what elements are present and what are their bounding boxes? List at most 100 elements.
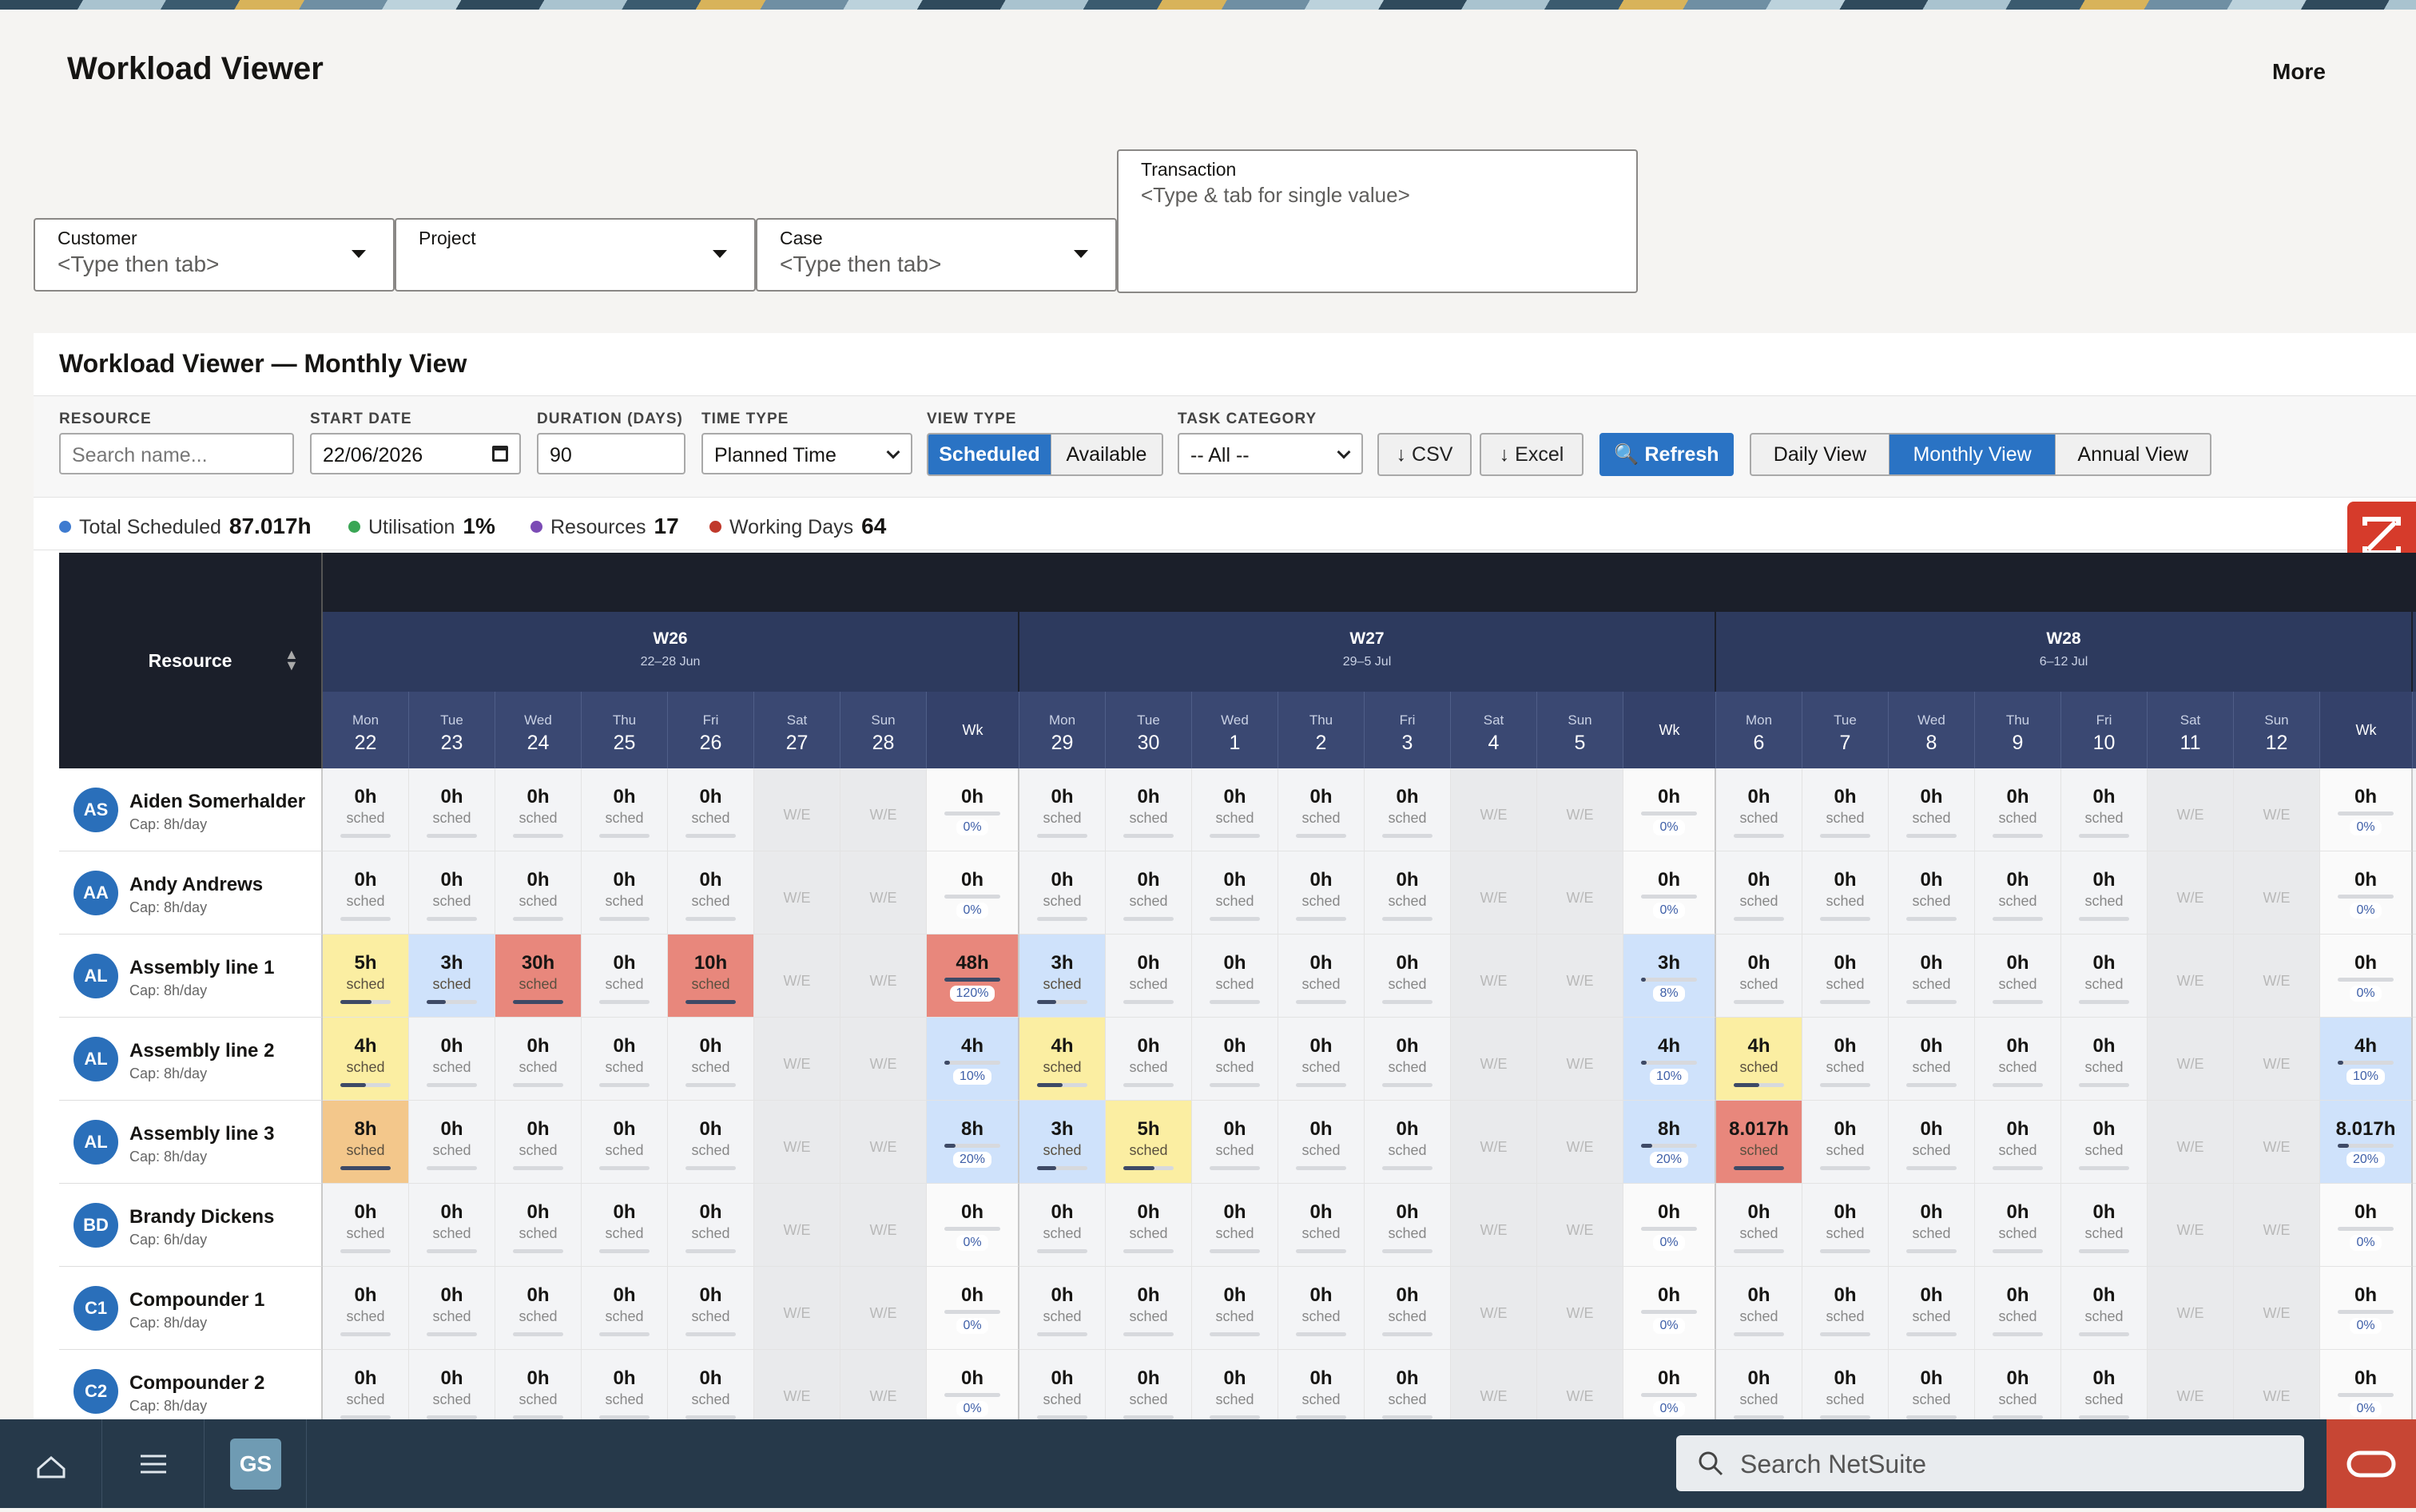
- day-cell[interactable]: 0h sched: [582, 851, 668, 935]
- day-cell[interactable]: 0h sched: [1192, 1350, 1278, 1419]
- resource-row-name[interactable]: AL Assembly line 1 Cap: 8h/day: [59, 935, 323, 1018]
- week-total-cell[interactable]: 0h 0%: [927, 1267, 1019, 1350]
- customer-select[interactable]: Customer <Type then tab>: [34, 218, 395, 292]
- day-cell[interactable]: 0h sched: [409, 1018, 495, 1101]
- day-cell[interactable]: 0h sched: [409, 1267, 495, 1350]
- day-cell[interactable]: 0h sched: [1889, 935, 1975, 1018]
- day-cell[interactable]: 0h sched: [1365, 1018, 1451, 1101]
- day-cell[interactable]: 0h sched: [409, 1350, 495, 1419]
- transaction-textarea[interactable]: Transaction <Type & tab for single value…: [1117, 149, 1638, 293]
- day-cell[interactable]: 0h sched: [1975, 851, 2061, 935]
- day-cell[interactable]: 0h sched: [1192, 1018, 1278, 1101]
- day-cell[interactable]: 0h sched: [668, 1101, 754, 1184]
- day-cell[interactable]: 0h sched: [2061, 1101, 2148, 1184]
- week-total-cell[interactable]: 0h 0%: [927, 768, 1019, 851]
- project-select[interactable]: Project: [395, 218, 756, 292]
- csv-button[interactable]: ↓ CSV: [1377, 433, 1472, 476]
- avatar[interactable]: GS: [230, 1439, 281, 1490]
- day-cell[interactable]: 0h sched: [1889, 1018, 1975, 1101]
- day-cell[interactable]: 0h sched: [1365, 1267, 1451, 1350]
- week-total-cell[interactable]: 0h 0%: [1623, 1267, 1716, 1350]
- day-cell[interactable]: 0h sched: [1106, 1267, 1192, 1350]
- day-cell[interactable]: 0h sched: [668, 1184, 754, 1267]
- day-cell[interactable]: 0h sched: [1278, 1350, 1365, 1419]
- sort-icon[interactable]: ▲ ▼: [284, 647, 299, 673]
- day-cell[interactable]: 0h sched: [1106, 768, 1192, 851]
- week-total-cell[interactable]: 0h 0%: [927, 1184, 1019, 1267]
- week-total-cell[interactable]: 8h 20%: [927, 1101, 1019, 1184]
- day-cell[interactable]: 0h sched: [1802, 1267, 1889, 1350]
- day-cell[interactable]: 0h sched: [1975, 1267, 2061, 1350]
- week-total-cell[interactable]: 4h 10%: [1623, 1018, 1716, 1101]
- day-cell[interactable]: 0h sched: [1278, 1101, 1365, 1184]
- daily-view-button[interactable]: Daily View: [1751, 435, 1889, 474]
- day-cell[interactable]: 0h sched: [1278, 768, 1365, 851]
- day-cell-partial[interactable]: [2413, 935, 2416, 1018]
- day-cell[interactable]: 4h sched: [1716, 1018, 1802, 1101]
- annual-view-button[interactable]: Annual View: [2056, 435, 2210, 474]
- day-cell[interactable]: 0h sched: [1278, 1018, 1365, 1101]
- day-cell[interactable]: 0h sched: [1365, 851, 1451, 935]
- day-cell[interactable]: 10h sched: [668, 935, 754, 1018]
- day-cell-partial[interactable]: [2413, 1184, 2416, 1267]
- day-cell[interactable]: 0h sched: [1365, 768, 1451, 851]
- resource-column-header[interactable]: Resource ▲ ▼: [59, 553, 323, 768]
- resource-row-name[interactable]: AS Aiden Somerhalder Cap: 8h/day: [59, 768, 323, 851]
- day-cell[interactable]: 5h sched: [323, 935, 409, 1018]
- day-cell[interactable]: 0h sched: [495, 1184, 582, 1267]
- day-cell-partial[interactable]: [2413, 768, 2416, 851]
- day-cell[interactable]: 0h sched: [495, 851, 582, 935]
- day-cell[interactable]: 4h sched: [323, 1018, 409, 1101]
- day-cell[interactable]: 0h sched: [2061, 1018, 2148, 1101]
- day-cell[interactable]: 3h sched: [1019, 1101, 1106, 1184]
- chevron-down-icon[interactable]: [1337, 445, 1351, 459]
- day-cell[interactable]: 0h sched: [1975, 1101, 2061, 1184]
- day-cell[interactable]: 0h sched: [323, 1350, 409, 1419]
- day-cell[interactable]: 0h sched: [1802, 1018, 1889, 1101]
- day-cell[interactable]: 0h sched: [495, 768, 582, 851]
- day-cell[interactable]: 0h sched: [582, 1267, 668, 1350]
- day-cell[interactable]: 0h sched: [1106, 1350, 1192, 1419]
- day-cell[interactable]: 0h sched: [1365, 1350, 1451, 1419]
- excel-button[interactable]: ↓ Excel: [1480, 433, 1584, 476]
- week-total-cell[interactable]: 4h 10%: [927, 1018, 1019, 1101]
- day-cell[interactable]: 0h sched: [1365, 935, 1451, 1018]
- chevron-down-icon[interactable]: [886, 445, 900, 459]
- day-cell[interactable]: 0h sched: [495, 1101, 582, 1184]
- chevron-down-icon[interactable]: [352, 250, 366, 258]
- day-cell[interactable]: 0h sched: [582, 1350, 668, 1419]
- day-cell[interactable]: 0h sched: [668, 851, 754, 935]
- week-total-cell[interactable]: 4h 10%: [2320, 1018, 2413, 1101]
- day-cell[interactable]: 0h sched: [1975, 935, 2061, 1018]
- day-cell[interactable]: 0h sched: [1278, 1267, 1365, 1350]
- resource-row-name[interactable]: C2 Compounder 2 Cap: 8h/day: [59, 1350, 323, 1419]
- day-cell[interactable]: 0h sched: [668, 1018, 754, 1101]
- day-cell[interactable]: 0h sched: [1019, 768, 1106, 851]
- day-cell[interactable]: 0h sched: [1192, 1184, 1278, 1267]
- day-cell-partial[interactable]: [2413, 1267, 2416, 1350]
- day-cell[interactable]: 0h sched: [582, 768, 668, 851]
- day-cell-partial[interactable]: [2413, 1101, 2416, 1184]
- day-cell[interactable]: 0h sched: [2061, 935, 2148, 1018]
- day-cell[interactable]: 0h sched: [2061, 768, 2148, 851]
- day-cell[interactable]: 0h sched: [1716, 1184, 1802, 1267]
- day-cell[interactable]: 0h sched: [1019, 1267, 1106, 1350]
- day-cell[interactable]: 0h sched: [1192, 1267, 1278, 1350]
- day-cell[interactable]: 0h sched: [409, 768, 495, 851]
- day-cell[interactable]: 0h sched: [1889, 1350, 1975, 1419]
- home-icon[interactable]: [0, 1419, 102, 1508]
- day-cell[interactable]: 0h sched: [582, 1101, 668, 1184]
- week-total-cell[interactable]: 0h 0%: [1623, 1350, 1716, 1419]
- week-total-cell[interactable]: 0h 0%: [2320, 851, 2413, 935]
- day-cell[interactable]: 0h sched: [495, 1350, 582, 1419]
- week-total-cell[interactable]: 0h 0%: [1623, 851, 1716, 935]
- day-cell[interactable]: 0h sched: [1019, 1184, 1106, 1267]
- resource-row-name[interactable]: AA Andy Andrews Cap: 8h/day: [59, 851, 323, 935]
- day-cell-partial[interactable]: [2413, 851, 2416, 935]
- day-cell[interactable]: 0h sched: [1802, 851, 1889, 935]
- week-total-cell[interactable]: 0h 0%: [2320, 935, 2413, 1018]
- week-total-cell[interactable]: 0h 0%: [1623, 768, 1716, 851]
- day-cell[interactable]: 0h sched: [1802, 1184, 1889, 1267]
- day-cell[interactable]: 0h sched: [1192, 768, 1278, 851]
- day-cell[interactable]: 0h sched: [495, 1018, 582, 1101]
